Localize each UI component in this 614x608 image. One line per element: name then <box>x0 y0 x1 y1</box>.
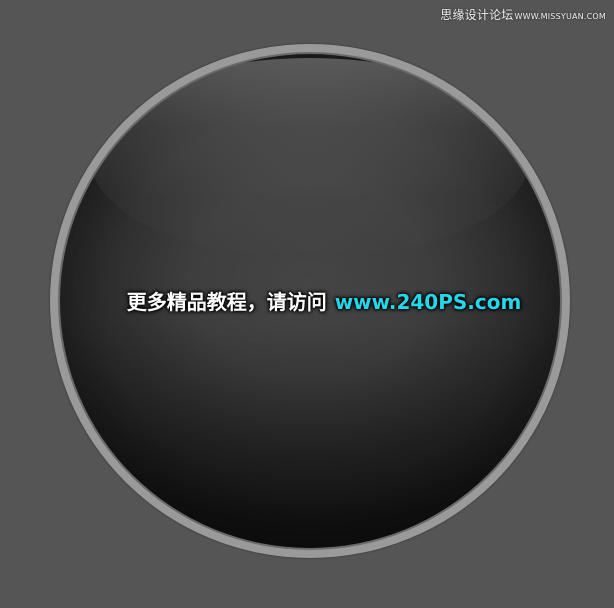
promo-banner: 更多精品教程，请访问 www.240PS.com <box>0 288 614 316</box>
orb-highlight <box>90 58 530 258</box>
promo-url: www.240PS.com <box>334 290 522 314</box>
canvas: 思缘设计论坛WWW.MISSYUAN.COM 更多精品教程，请访问 www.240… <box>0 0 614 608</box>
promo-text: 更多精品教程，请访问 <box>126 290 327 314</box>
watermark-text: 思缘设计论坛 <box>440 8 514 22</box>
watermark-domain: WWW.MISSYUAN.COM <box>514 12 606 21</box>
site-watermark: 思缘设计论坛WWW.MISSYUAN.COM <box>440 6 606 23</box>
